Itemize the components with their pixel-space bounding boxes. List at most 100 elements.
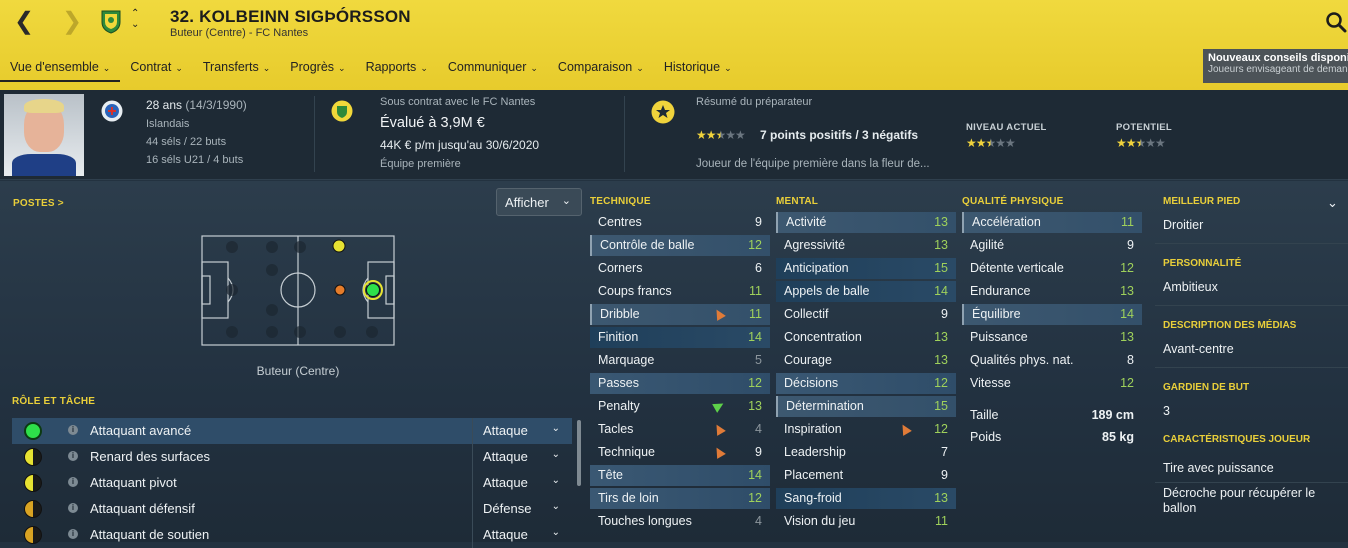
duty-dropdown[interactable]: Attaque ⌄ bbox=[472, 522, 572, 548]
attribute-row[interactable]: Tirs de loin 12 bbox=[590, 488, 770, 509]
attribute-row[interactable]: Leadership 7 bbox=[776, 442, 956, 463]
attribute-row[interactable]: Détente verticale 12 bbox=[962, 258, 1142, 279]
tab-overview[interactable]: Vue d'ensemble ⌄ bbox=[0, 56, 121, 82]
coach-summary-title: Résumé du préparateur bbox=[696, 96, 813, 108]
attribute-row[interactable]: Penalty 13 bbox=[590, 396, 770, 417]
info-icon[interactable]: i bbox=[68, 503, 78, 513]
tab-comparison[interactable]: Comparaison ⌄ bbox=[548, 56, 654, 82]
role-name: Attaquant pivot bbox=[90, 475, 177, 490]
attribute-name: Leadership bbox=[784, 445, 846, 459]
attribute-name: Détente verticale bbox=[970, 261, 1064, 275]
duty-dropdown[interactable]: Attaque ⌄ bbox=[472, 444, 572, 470]
trend-arrow-icon bbox=[712, 399, 726, 413]
chevron-down-icon: ⌄ bbox=[551, 501, 560, 512]
tab-reports[interactable]: Rapports ⌄ bbox=[356, 56, 438, 82]
prev-next-player-buttons[interactable]: ⌃ ⌄ bbox=[131, 8, 139, 30]
attribute-value: 15 bbox=[934, 399, 948, 413]
attribute-row[interactable]: Qualités phys. nat. 8 bbox=[962, 350, 1142, 371]
attribute-row[interactable]: Courage 13 bbox=[776, 350, 956, 371]
attribute-row[interactable]: Anticipation 15 bbox=[776, 258, 956, 279]
up-chevron-icon[interactable]: ⌃ bbox=[131, 8, 139, 19]
tab-contract[interactable]: Contrat ⌄ bbox=[120, 56, 193, 82]
attribute-row[interactable]: Endurance 13 bbox=[962, 281, 1142, 302]
attribute-row[interactable]: Agressivité 13 bbox=[776, 235, 956, 256]
role-row[interactable]: i Attaquant de soutien Attaque ⌄ bbox=[12, 522, 572, 548]
player-trait[interactable]: Décroche pour récupérer le ballon bbox=[1163, 486, 1338, 516]
attribute-row[interactable]: Coups francs 11 bbox=[590, 281, 770, 302]
goalkeeper-label: GARDIEN DE BUT bbox=[1163, 382, 1250, 393]
fc-nantes-crest-icon[interactable] bbox=[100, 8, 122, 34]
attribute-name: Collectif bbox=[784, 307, 829, 321]
attribute-row[interactable]: Collectif 9 bbox=[776, 304, 956, 325]
attribute-row[interactable]: Technique 9 bbox=[590, 442, 770, 463]
attribute-value: 12 bbox=[748, 491, 762, 505]
role-row[interactable]: i Attaquant avancé Attaque ⌄ bbox=[12, 418, 572, 444]
tab-communicate[interactable]: Communiquer ⌄ bbox=[438, 56, 548, 82]
back-arrow-icon[interactable]: ❮ bbox=[14, 10, 34, 34]
attribute-row[interactable]: Corners 6 bbox=[590, 258, 770, 279]
star-rating-icon: ★★★★★ bbox=[1116, 136, 1166, 150]
attribute-row[interactable]: Accélération 11 bbox=[962, 212, 1142, 233]
duty-value: Attaque bbox=[483, 423, 528, 438]
attribute-row[interactable]: Appels de balle 14 bbox=[776, 281, 956, 302]
attribute-row[interactable]: Concentration 13 bbox=[776, 327, 956, 348]
attribute-row[interactable]: Activité 13 bbox=[776, 212, 956, 233]
attribute-row[interactable]: Centres 9 bbox=[590, 212, 770, 233]
chevron-down-icon: ⌄ bbox=[102, 63, 111, 73]
coach-comment[interactable]: Joueur de l'équipe première dans la fleu… bbox=[696, 158, 930, 170]
attribute-row[interactable]: Marquage 5 bbox=[590, 350, 770, 371]
duty-dropdown[interactable]: Défense ⌄ bbox=[472, 496, 572, 522]
duty-dropdown[interactable]: Attaque ⌄ bbox=[472, 470, 572, 496]
attribute-row[interactable]: Équilibre 14 bbox=[962, 304, 1142, 325]
points-summary[interactable]: 7 points positifs / 3 négatifs bbox=[760, 128, 918, 142]
role-row[interactable]: i Attaquant pivot Attaque ⌄ bbox=[12, 470, 572, 496]
attribute-value: 14 bbox=[934, 284, 948, 298]
attribute-row[interactable]: Détermination 15 bbox=[776, 396, 956, 417]
attribute-value: 13 bbox=[934, 353, 948, 367]
attribute-row[interactable]: Placement 9 bbox=[776, 465, 956, 486]
info-icon[interactable]: i bbox=[68, 477, 78, 487]
new-advice-notification[interactable]: Nouveaux conseils disponibles Joueurs en… bbox=[1203, 49, 1348, 83]
contract-club: Sous contrat avec le FC Nantes bbox=[380, 96, 536, 108]
attribute-row[interactable]: Finition 14 bbox=[590, 327, 770, 348]
attribute-row[interactable]: Dribble 11 bbox=[590, 304, 770, 325]
role-row[interactable]: i Renard des surfaces Attaque ⌄ bbox=[12, 444, 572, 470]
attribute-row[interactable]: Contrôle de balle 12 bbox=[590, 235, 770, 256]
duty-dropdown[interactable]: Attaque ⌄ bbox=[472, 418, 572, 444]
attribute-row[interactable]: Sang-froid 13 bbox=[776, 488, 956, 509]
trend-arrow-icon bbox=[712, 422, 726, 436]
role-list-scrollbar[interactable] bbox=[577, 420, 581, 486]
attribute-row[interactable]: Passes 12 bbox=[590, 373, 770, 394]
info-icon[interactable]: i bbox=[68, 425, 78, 435]
attribute-row[interactable]: Touches longues 4 bbox=[590, 511, 770, 532]
chevron-down-icon: ⌄ bbox=[551, 449, 560, 460]
role-row[interactable]: i Attaquant défensif Défense ⌄ bbox=[12, 496, 572, 522]
info-icon[interactable]: i bbox=[68, 451, 78, 461]
tab-progress[interactable]: Progrès ⌄ bbox=[280, 56, 355, 82]
attribute-name: Tirs de loin bbox=[598, 491, 659, 505]
down-chevron-icon[interactable]: ⌄ bbox=[131, 19, 139, 30]
attribute-value: 15 bbox=[934, 261, 948, 275]
tab-transfers[interactable]: Transferts ⌄ bbox=[193, 56, 280, 82]
attribute-value: 7 bbox=[941, 445, 948, 459]
attribute-name: Détermination bbox=[786, 399, 864, 413]
attribute-row[interactable]: Décisions 12 bbox=[776, 373, 956, 394]
player-trait[interactable]: Tire avec puissance bbox=[1163, 461, 1274, 475]
show-dropdown[interactable]: Afficher ⌄ bbox=[496, 188, 582, 216]
info-icon[interactable]: i bbox=[68, 529, 78, 539]
attribute-row[interactable]: Vitesse 12 bbox=[962, 373, 1142, 394]
mental-section-title: MENTAL bbox=[776, 196, 819, 207]
search-icon[interactable] bbox=[1325, 11, 1347, 33]
tab-label: Communiquer bbox=[447, 60, 527, 74]
chevron-down-icon[interactable]: ⌄ bbox=[1327, 195, 1338, 211]
positions-section-title[interactable]: POSTES > bbox=[13, 198, 64, 209]
attribute-row[interactable]: Inspiration 12 bbox=[776, 419, 956, 440]
attribute-row[interactable]: Tacles 4 bbox=[590, 419, 770, 440]
attribute-row[interactable]: Tête 14 bbox=[590, 465, 770, 486]
attribute-row[interactable]: Vision du jeu 11 bbox=[776, 511, 956, 532]
tab-history[interactable]: Historique ⌄ bbox=[654, 56, 742, 82]
attribute-row[interactable]: Puissance 13 bbox=[962, 327, 1142, 348]
forward-arrow-icon[interactable]: ❯ bbox=[62, 10, 82, 34]
attribute-row[interactable]: Agilité 9 bbox=[962, 235, 1142, 256]
iceland-federation-icon bbox=[101, 100, 123, 122]
